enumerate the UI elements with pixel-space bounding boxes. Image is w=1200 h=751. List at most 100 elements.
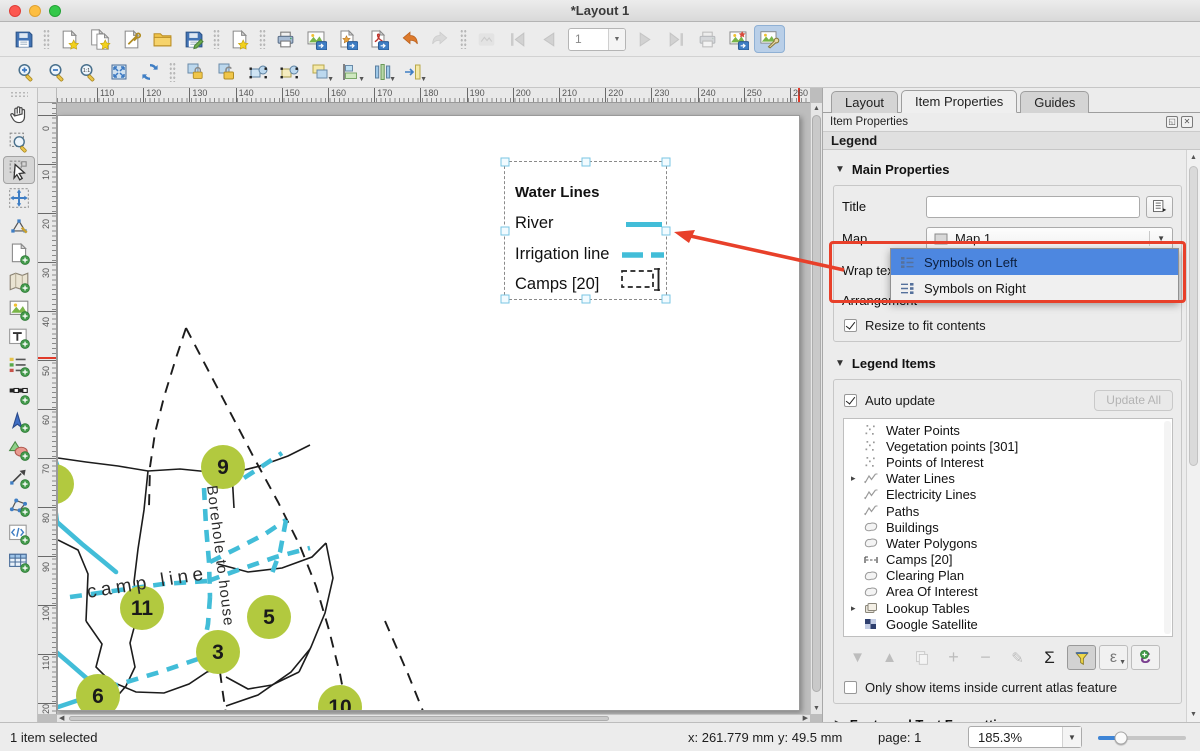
scroll-up-icon[interactable]: ▲ — [1187, 154, 1200, 161]
page-viewport[interactable]: 9 11 5 3 6 10 camp line Borehole to hous… — [57, 103, 810, 714]
resize-to-fit-checkbox[interactable] — [844, 319, 857, 332]
move-item-down-button[interactable]: ▼ — [843, 645, 872, 670]
move-item-content-button[interactable] — [3, 184, 35, 212]
unlock-all-items-button[interactable] — [211, 58, 242, 86]
canvas-horizontal-scrollbar[interactable]: ◀ ▶ — [57, 714, 810, 722]
edit-nodes-item-button[interactable] — [3, 212, 35, 240]
resize-items-button[interactable]: ▼ — [397, 58, 428, 86]
align-items-button[interactable]: ▼ — [335, 58, 366, 86]
update-all-button[interactable]: Update All — [1094, 390, 1173, 411]
add-arrow-button[interactable] — [3, 464, 35, 492]
resize-handle[interactable] — [662, 158, 671, 167]
atlas-filter-checkbox[interactable] — [844, 681, 857, 694]
ungroup-items-button[interactable] — [273, 58, 304, 86]
atlas-settings-button[interactable] — [754, 25, 785, 53]
export-as-svg-button[interactable] — [332, 25, 363, 53]
preview-atlas-button[interactable] — [471, 25, 502, 53]
open-layout-button[interactable] — [147, 25, 178, 53]
select-move-item-button[interactable] — [3, 156, 35, 184]
move-item-up-button[interactable]: ▲ — [875, 645, 904, 670]
section-main-properties[interactable]: ▼ Main Properties — [835, 162, 1186, 177]
scrollbar-thumb[interactable] — [69, 716, 609, 721]
redo-button[interactable] — [425, 25, 456, 53]
duplicate-layout-button[interactable] — [85, 25, 116, 53]
legend-tree-item[interactable]: ▸Lookup Tables — [844, 600, 1172, 616]
legend-tree-item[interactable]: Area Of Interest — [844, 584, 1172, 600]
zoom-slider[interactable] — [1098, 736, 1186, 740]
summarize-button[interactable]: Σ — [1035, 645, 1064, 670]
resize-handle[interactable] — [501, 158, 510, 167]
export-as-image-button[interactable] — [301, 25, 332, 53]
zoom-tool-button[interactable] — [3, 128, 35, 156]
layout-manager-button[interactable] — [116, 25, 147, 53]
spinbox-dropdown-arrow-icon[interactable]: ▼ — [608, 29, 625, 50]
add-label-button[interactable] — [3, 324, 35, 352]
section-fonts-formatting[interactable]: ▶ Fonts and Text Formatting — [835, 717, 1186, 722]
new-layout-button[interactable] — [54, 25, 85, 53]
zoom-out-button[interactable] — [41, 58, 72, 86]
group-items-button[interactable] — [242, 58, 273, 86]
add-item-button[interactable]: + — [939, 645, 968, 670]
legend-tree-item[interactable]: Water Polygons — [844, 535, 1172, 551]
previous-feature-button[interactable] — [533, 25, 564, 53]
filter-legend-by-map-button[interactable] — [1067, 645, 1096, 670]
legend-tree-item[interactable]: ▸Water Lines — [844, 471, 1172, 487]
scrollbar-thumb[interactable] — [1189, 166, 1198, 466]
pan-layout-button[interactable] — [3, 100, 35, 128]
zoom-in-button[interactable] — [10, 58, 41, 86]
option-symbols-on-left[interactable]: Symbols on Left — [891, 249, 1178, 275]
zoom-window-button[interactable] — [49, 5, 61, 17]
add-node-item-button[interactable] — [3, 492, 35, 520]
resize-handle[interactable] — [501, 226, 510, 235]
zoom-actual-size-button[interactable] — [72, 58, 103, 86]
export-atlas-button[interactable] — [723, 25, 754, 53]
scroll-right-icon[interactable]: ▶ — [803, 715, 808, 722]
tab-item-properties[interactable]: Item Properties — [901, 90, 1017, 113]
save-project-button[interactable] — [8, 25, 39, 53]
lock-selected-items-button[interactable] — [180, 58, 211, 86]
add-north-arrow-button[interactable] — [3, 408, 35, 436]
tab-layout[interactable]: Layout — [831, 91, 898, 113]
option-symbols-on-right[interactable]: Symbols on Right — [891, 275, 1178, 301]
title-input[interactable] — [926, 196, 1140, 218]
scrollbar-thumb[interactable] — [812, 115, 821, 692]
collapse-triangle-icon[interactable]: ▼ — [835, 164, 845, 175]
float-dock-icon[interactable]: ◱ — [1166, 116, 1178, 128]
collapsed-triangle-icon[interactable]: ▶ — [835, 719, 843, 722]
print-layout-button[interactable] — [270, 25, 301, 53]
resize-handle[interactable] — [581, 295, 590, 304]
layout-page[interactable]: 9 11 5 3 6 10 camp line Borehole to hous… — [57, 115, 800, 711]
duplicate-item-button[interactable] — [907, 645, 936, 670]
scroll-down-icon[interactable]: ▼ — [811, 705, 822, 712]
section-legend-items[interactable]: ▼ Legend Items — [835, 356, 1186, 371]
remove-item-button[interactable]: − — [971, 645, 1000, 670]
new-item-from-template-button[interactable] — [224, 25, 255, 53]
last-feature-button[interactable] — [661, 25, 692, 53]
atlas-page-input[interactable] — [569, 32, 607, 46]
legend-tree-item[interactable]: Vegetation points [301] — [844, 438, 1172, 454]
zoom-level-combo[interactable]: 185.3% ▼ — [968, 726, 1082, 748]
export-as-pdf-button[interactable] — [363, 25, 394, 53]
refresh-view-button[interactable] — [134, 58, 165, 86]
legend-tree-item[interactable]: Buildings — [844, 519, 1172, 535]
filter-by-expression-button[interactable]: ε▼ — [1099, 645, 1128, 670]
edit-item-button[interactable]: ✎ — [1003, 645, 1032, 670]
close-dock-icon[interactable]: ✕ — [1181, 116, 1193, 128]
atlas-page-spinbox[interactable]: ▼ — [568, 28, 626, 51]
add-attribute-table-button[interactable] — [3, 548, 35, 576]
map-combo[interactable]: Map 1 ▼ — [926, 227, 1173, 250]
undo-button[interactable] — [394, 25, 425, 53]
legend-tree-item[interactable]: Google Satellite — [844, 616, 1172, 632]
zoom-slider-knob[interactable] — [1114, 732, 1127, 745]
legend-tree-item[interactable]: Camps [20] — [844, 552, 1172, 568]
add-html-button[interactable] — [3, 520, 35, 548]
legend-tree-item[interactable]: Points of Interest — [844, 454, 1172, 470]
legend-tree-item[interactable]: Electricity Lines — [844, 487, 1172, 503]
legend-tree-item[interactable]: Water Points — [844, 422, 1172, 438]
resize-handle[interactable] — [662, 295, 671, 304]
expander-icon[interactable]: ▸ — [851, 473, 863, 484]
add-expression-button[interactable]: Ɛ — [1131, 645, 1160, 670]
resize-handle[interactable] — [581, 158, 590, 167]
minimize-window-button[interactable] — [29, 5, 41, 17]
first-feature-button[interactable] — [502, 25, 533, 53]
